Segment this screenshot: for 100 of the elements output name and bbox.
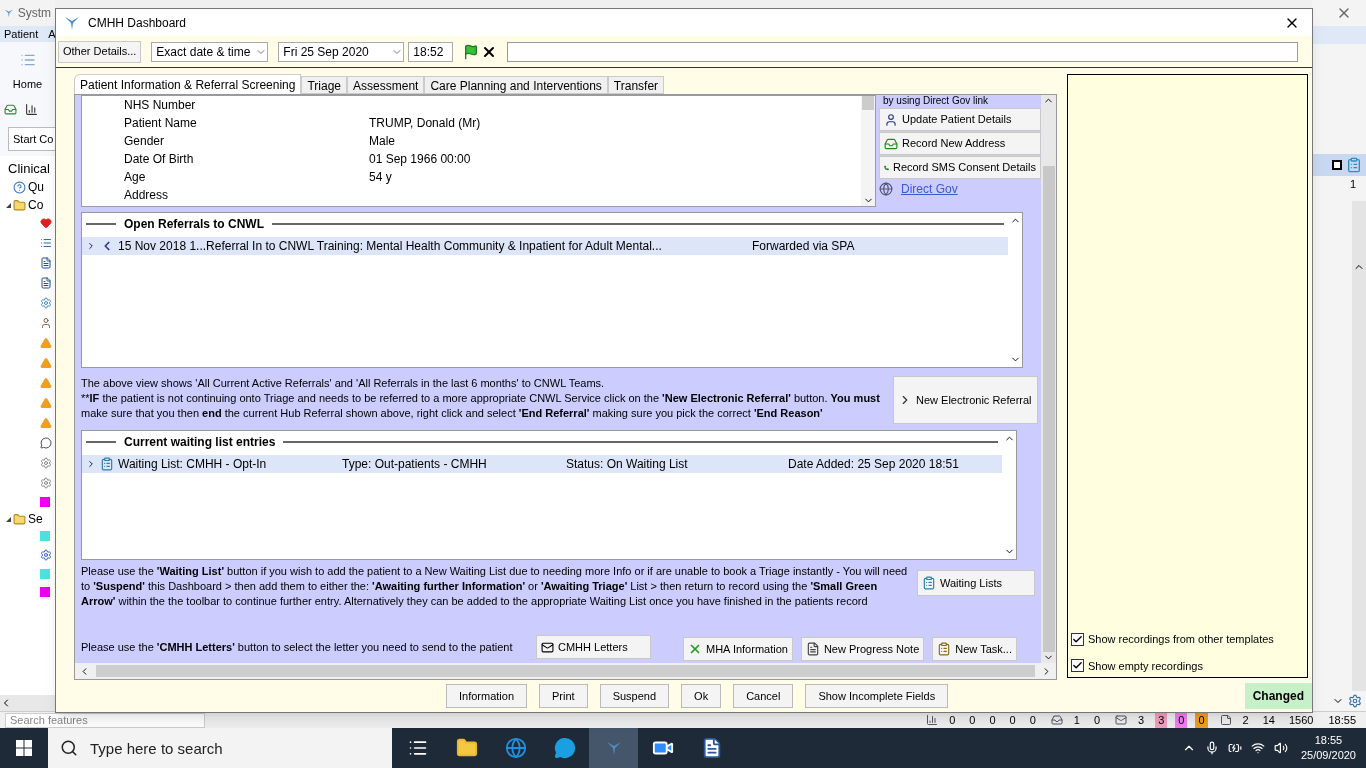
- person-icon: [884, 112, 898, 127]
- status-count: 0: [1008, 712, 1017, 728]
- warning-icon: [40, 337, 52, 349]
- section-title: Clinical: [8, 159, 50, 178]
- settings-icon[interactable]: [1348, 694, 1362, 708]
- referral-row[interactable]: 15 Nov 2018 1...Referral In to CNWL Training: Mental Health Community & Inpatient for Adult Mental... Forwarded via SPA: [82, 237, 1008, 255]
- warning-icon: [40, 417, 52, 429]
- footer-button[interactable]: Print: [539, 684, 588, 708]
- clock-date: 25/09/2020: [1300, 748, 1356, 763]
- field-label: NHS Number: [124, 97, 197, 114]
- warning-icon: [40, 357, 52, 369]
- status-count: 3: [1137, 712, 1146, 728]
- action-button[interactable]: Update Patient Details: [879, 108, 1041, 131]
- checkbox-label: Show empty recordings: [1088, 658, 1203, 674]
- text-field[interactable]: [507, 41, 1298, 62]
- status-count: 0: [988, 712, 997, 728]
- letters-button[interactable]: CMHH Letters: [536, 635, 651, 659]
- group-title: Current waiting list entries: [124, 434, 276, 451]
- tab[interactable]: Transfer: [607, 76, 665, 94]
- tab[interactable]: Assessment: [347, 76, 425, 94]
- task-view-icon: [407, 738, 428, 758]
- group-title: Open Referrals to CNWL: [124, 216, 264, 233]
- action-button[interactable]: New Task...: [932, 637, 1017, 661]
- waiting-list-cell-text: Status: On Waiting List: [566, 456, 689, 473]
- question-icon: [13, 180, 26, 194]
- scroll-thumb[interactable]: [96, 665, 1035, 677]
- other-details-button[interactable]: Other Details...: [58, 40, 142, 63]
- waiting-list-cell-text: Waiting List: CMHH - Opt-In: [118, 456, 268, 473]
- folder-icon: [13, 512, 26, 526]
- action-button[interactable]: New Progress Note: [800, 637, 925, 661]
- status-count: 0: [1028, 712, 1037, 728]
- home-tab[interactable]: Home: [12, 75, 43, 92]
- menu-item[interactable]: A: [48, 25, 56, 43]
- clipboard-icon: [937, 642, 952, 656]
- wifi-icon[interactable]: [1250, 741, 1265, 755]
- tree-item[interactable]: Co: [28, 196, 44, 214]
- warning-icon: [40, 397, 52, 409]
- menu-item[interactable]: Patient: [4, 25, 39, 43]
- footer-button[interactable]: Ok: [681, 684, 722, 708]
- expand-icon[interactable]: [86, 241, 96, 251]
- heart-icon: [40, 217, 52, 229]
- field-label: Address: [124, 187, 170, 204]
- list-icon: [922, 576, 936, 590]
- footer-button[interactable]: Suspend: [599, 684, 670, 708]
- date-mode-dropdown[interactable]: Exact date & time: [151, 41, 269, 62]
- list-icon: [40, 237, 52, 249]
- letters-note: Please use the 'CMHH Letters' button to select the letter you need to send to the patient: [81, 639, 514, 655]
- windows-logo[interactable]: [16, 740, 32, 756]
- field-value: Male: [369, 133, 396, 150]
- note-icon: [1219, 714, 1232, 726]
- field-value: 01 Sep 1966 00:00: [369, 151, 472, 168]
- user-icon: [40, 317, 52, 329]
- action-button[interactable]: Record New Address: [879, 132, 1041, 155]
- microphone-icon[interactable]: [1204, 741, 1219, 755]
- scroll-thumb[interactable]: [862, 96, 874, 110]
- taskbar-search[interactable]: Type here to search: [48, 728, 392, 768]
- footer-button[interactable]: Cancel: [733, 684, 794, 708]
- chat-icon: [553, 737, 576, 759]
- tree-item[interactable]: Qu: [28, 178, 44, 196]
- direct-gov-link[interactable]: Direct Gov: [901, 180, 958, 198]
- tab[interactable]: Patient Information & Referral Screening: [74, 74, 302, 94]
- search-field[interactable]: Search features: [5, 712, 205, 728]
- checkbox[interactable]: [1071, 659, 1084, 673]
- waiting-list-cell-text: Type: Out-patients - CMHH: [342, 456, 488, 473]
- restore-button[interactable]: [1332, 160, 1342, 170]
- referral-note: The above view shows 'All Current Active Referrals' and 'All Referrals in the last 6 months' to CNWL Teams. **IF the patient is not continuing onto Triage and needs to be referred to a more appropriate CNWL Service click on the 'New Electronic Referral' button. You must make sure that you then end the current Hub Referral shown above, right click and select 'End Referral' making sure you pick the correct 'End Reason': [81, 376, 881, 421]
- expand-icon[interactable]: [86, 459, 96, 469]
- mail-icon: [1115, 714, 1128, 726]
- waiting-list-row[interactable]: Waiting List: CMHH - Opt-In Type: Out-patients - CMHH Status: On Waiting List Date Added: 25 Sep 2020 18:51: [82, 455, 1002, 473]
- waiting-lists-button[interactable]: Waiting Lists: [917, 570, 1035, 596]
- time-field[interactable]: 18:52: [408, 41, 454, 62]
- action-button[interactable]: Record SMS Consent Details: [879, 156, 1041, 179]
- status-count: 1: [1072, 712, 1081, 728]
- action-button[interactable]: MHA Information: [683, 637, 793, 661]
- waiting-note: Please use the 'Waiting List' button if you wish to add the patient to a New Waiting List due to needing more Info or if are unable to book a Triage instantly - You will need to 'Suspend' this Dashboard > then add them to either the: 'Awaiting further Information' or 'Awaiting Triage' List > then return to record using the 'Small Green Arrow' within the the toolbar to continue further entry. Alternatively they can be added to the appropriate Waiting List once you have finished in the patients record: [81, 564, 909, 609]
- flag-icon[interactable]: [463, 43, 480, 60]
- date-field[interactable]: Fri 25 Sep 2020: [278, 41, 405, 62]
- tab[interactable]: Triage: [301, 76, 348, 94]
- chart-icon: [926, 714, 939, 726]
- footer-button[interactable]: Information: [446, 684, 528, 708]
- cross-icon: [688, 642, 702, 656]
- folder-icon: [13, 198, 26, 212]
- status-count: 14: [1261, 712, 1276, 728]
- browser-icon: [504, 737, 527, 759]
- field-label: Age: [124, 169, 147, 186]
- tree-item[interactable]: Se: [28, 510, 43, 528]
- search-icon: [60, 739, 78, 757]
- footer-button[interactable]: Show Incomplete Fields: [805, 684, 949, 708]
- volume-icon[interactable]: [1273, 741, 1288, 755]
- status-count: 0: [968, 712, 977, 728]
- scroll-thumb[interactable]: [1042, 166, 1055, 652]
- tab[interactable]: Care Planning and Interventions: [424, 76, 608, 94]
- count-label: 1: [1349, 177, 1357, 192]
- status-count: 0: [948, 712, 957, 728]
- new-referral-button[interactable]: New Electronic Referral: [893, 376, 1038, 424]
- battery-icon[interactable]: [1227, 741, 1242, 755]
- checkbox[interactable]: [1071, 632, 1084, 646]
- tray-icon: [1050, 714, 1063, 726]
- document-icon: [805, 642, 820, 656]
- tag-icon: [40, 497, 50, 507]
